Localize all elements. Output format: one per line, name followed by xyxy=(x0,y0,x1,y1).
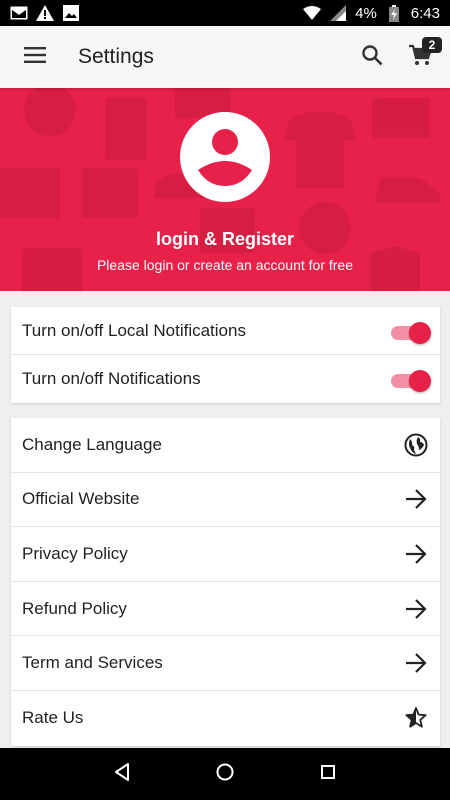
arrow-right-icon xyxy=(403,486,429,512)
globe-icon xyxy=(403,432,429,458)
battery-charging-icon xyxy=(385,4,403,22)
cart-count-badge: 2 xyxy=(422,37,442,53)
gmail-icon xyxy=(10,5,28,21)
privacy-policy-label: Privacy Policy xyxy=(22,543,128,563)
official-website-label: Official Website xyxy=(22,489,140,509)
arrow-right-icon xyxy=(403,650,429,676)
home-circle-icon xyxy=(216,763,234,786)
system-nav-bar xyxy=(0,748,450,800)
search-button[interactable] xyxy=(350,35,394,79)
search-icon xyxy=(361,44,383,71)
arrow-right-icon xyxy=(403,596,429,622)
local-notifications-switch[interactable] xyxy=(389,321,431,344)
recents-button[interactable] xyxy=(308,754,348,794)
local-notifications-row[interactable]: Turn on/off Local Notifications xyxy=(11,307,440,355)
wifi-icon xyxy=(303,5,322,21)
official-website-row[interactable]: Official Website xyxy=(11,473,440,528)
change-language-row[interactable]: Change Language xyxy=(11,418,440,473)
notifications-card: Turn on/off Local Notifications Turn on/… xyxy=(11,307,440,403)
app-bar: Settings 2 xyxy=(0,26,450,88)
rate-us-row[interactable]: Rate Us xyxy=(11,691,440,746)
warning-icon xyxy=(36,5,54,21)
back-triangle-icon xyxy=(114,762,130,786)
image-icon xyxy=(62,5,80,21)
signal-icon xyxy=(329,5,347,21)
local-notifications-label: Turn on/off Local Notifications xyxy=(22,320,246,340)
settings-menu-card: Change Language Official Website Privacy… xyxy=(11,418,440,746)
refund-policy-label: Refund Policy xyxy=(22,598,127,618)
terms-services-label: Term and Services xyxy=(22,653,163,673)
status-bar: 4% 6:43 xyxy=(0,0,450,26)
recents-square-icon xyxy=(320,764,336,785)
change-language-label: Change Language xyxy=(22,434,162,454)
cart-button[interactable]: 2 xyxy=(398,35,442,79)
menu-button[interactable] xyxy=(0,26,70,88)
notifications-row[interactable]: Turn on/off Notifications xyxy=(11,355,440,403)
login-register-title[interactable]: login & Register xyxy=(0,229,450,250)
refund-policy-row[interactable]: Refund Policy xyxy=(11,582,440,637)
avatar[interactable] xyxy=(180,110,270,205)
battery-percent: 4% xyxy=(355,4,377,22)
profile-header[interactable]: login & Register Please login or create … xyxy=(0,88,450,291)
user-icon xyxy=(180,110,270,205)
notifications-switch[interactable] xyxy=(389,369,431,392)
back-button[interactable] xyxy=(102,754,142,794)
status-time: 6:43 xyxy=(410,4,440,22)
arrow-right-icon xyxy=(403,541,429,567)
privacy-policy-row[interactable]: Privacy Policy xyxy=(11,527,440,582)
login-subtitle: Please login or create an account for fr… xyxy=(96,257,354,273)
rate-us-label: Rate Us xyxy=(22,708,84,728)
star-half-icon xyxy=(403,705,429,731)
notifications-label: Turn on/off Notifications xyxy=(22,369,201,388)
page-title: Settings xyxy=(78,45,154,68)
menu-icon xyxy=(24,46,46,68)
home-button[interactable] xyxy=(205,754,245,794)
terms-services-row[interactable]: Term and Services xyxy=(11,636,440,691)
